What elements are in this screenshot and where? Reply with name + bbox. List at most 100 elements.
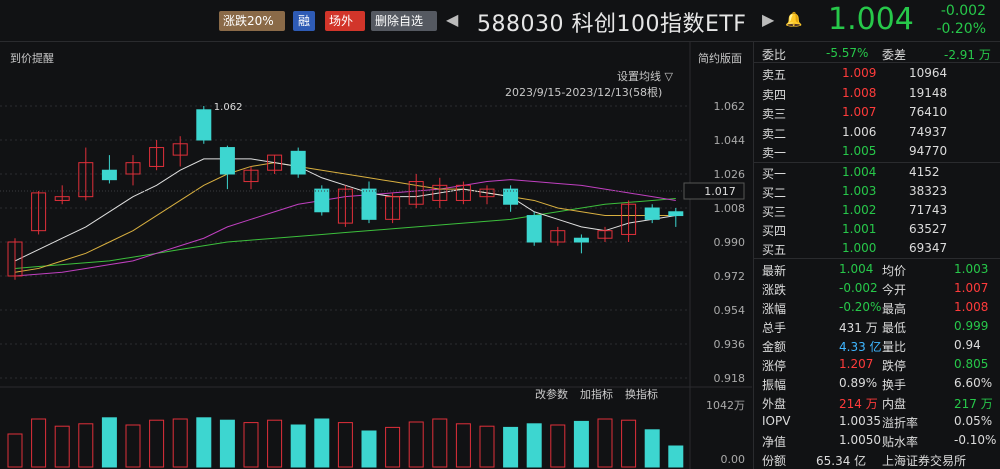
stat-value: 0.94 xyxy=(954,338,981,352)
price-tick-label: 1.026 xyxy=(714,168,746,181)
stat-label: 内盘 xyxy=(882,397,907,411)
add-indicator-button[interactable]: 加指标 xyxy=(580,387,613,401)
switch-indicator-button[interactable]: 换指标 xyxy=(625,387,658,401)
stat-label: 振幅 xyxy=(762,378,787,392)
stat-row: 金额 4.33 亿量比 0.94 xyxy=(754,336,1000,356)
current-price-label: 1.017 xyxy=(704,185,736,198)
stat-value: 0.05% xyxy=(954,414,993,428)
price-tick-label: 1.044 xyxy=(714,134,746,147)
prev-stock-icon[interactable]: ◀ xyxy=(446,10,458,29)
remove-watchlist-button[interactable]: 删除自选 xyxy=(371,11,437,31)
volume-bar xyxy=(267,419,283,468)
volume-bar xyxy=(526,423,542,468)
candle-body xyxy=(668,211,684,217)
volume-bar xyxy=(573,420,589,468)
stat-value: 214 万 xyxy=(839,397,878,411)
candle-body xyxy=(101,169,117,181)
volume-bar xyxy=(172,418,188,468)
stat-label: 涨停 xyxy=(762,359,787,373)
edit-params-button[interactable]: 改参数 xyxy=(535,387,568,401)
bell-icon[interactable]: 🔔 xyxy=(785,12,802,28)
sell-volume: 76410 xyxy=(909,105,948,119)
volume-bar xyxy=(550,424,566,468)
sell-level-label: 卖五 xyxy=(762,68,787,82)
stat-label: 净值 xyxy=(762,435,787,449)
stat-value: 6.60% xyxy=(954,376,993,390)
stat-row: 涨幅 -0.20% 最高 1.008 xyxy=(754,298,1000,318)
stat-row: 最新 1.004 均价 1.003 xyxy=(754,260,1000,280)
stat-label: 上海证券交易所 xyxy=(882,454,967,468)
current-price: 1.004 xyxy=(828,2,914,37)
candle-body xyxy=(314,188,330,213)
stat-value: 1.004 xyxy=(839,262,874,276)
volume-tick-label: 1042万 xyxy=(706,399,745,412)
weibi-row: 委比 -5.57% 委差 -2.91 万 xyxy=(754,44,1000,64)
stat-value: -0.10% xyxy=(954,433,997,447)
volume-bar xyxy=(78,423,94,468)
stat-value: 0.89% xyxy=(839,376,878,390)
price-tick-label: 0.972 xyxy=(714,270,746,283)
buy-level-label: 买四 xyxy=(762,224,787,238)
volume-bar xyxy=(196,417,212,468)
buy-volume: 71743 xyxy=(909,203,948,217)
weibi-value: -5.57% xyxy=(826,46,869,60)
volume-bar xyxy=(408,421,424,468)
sell-level-label: 卖三 xyxy=(762,107,787,121)
candle-body xyxy=(290,150,306,175)
volume-bar xyxy=(621,419,637,468)
stock-title: 588030 科创100指数ETF xyxy=(477,12,747,37)
buy-level-label: 买一 xyxy=(762,167,787,181)
volume-bar xyxy=(243,422,259,468)
price-tick-label: 0.918 xyxy=(714,372,746,385)
otc-tag[interactable]: 场外 xyxy=(325,11,365,31)
next-stock-icon[interactable]: ▶ xyxy=(762,10,774,29)
weicha-label: 委差 xyxy=(882,48,907,62)
volume-bar xyxy=(7,433,23,468)
buy-level-label: 买三 xyxy=(762,205,787,219)
volume-bar xyxy=(361,430,377,468)
price-tick-label: 1.008 xyxy=(714,202,746,215)
stat-value: -0.002 xyxy=(839,281,878,295)
stat-value: 431 万 xyxy=(839,321,878,335)
buy-row: 买四 1.001 63527 xyxy=(754,220,1000,240)
volume-bar xyxy=(597,418,613,468)
volume-bar xyxy=(101,417,117,468)
price-tick-label: 0.954 xyxy=(714,304,746,317)
buy-price: 1.000 xyxy=(842,241,877,255)
volume-bar xyxy=(125,424,141,468)
stat-label: 均价 xyxy=(882,264,907,278)
stat-value: 1.007 xyxy=(954,281,989,295)
stat-label: 换手 xyxy=(882,378,907,392)
price-tick-label: 1.062 xyxy=(714,100,746,113)
buy-level-label: 买五 xyxy=(762,243,787,257)
sell-price: 1.009 xyxy=(842,66,877,80)
volume-bar xyxy=(455,423,471,468)
candlestick-chart[interactable]: 1.062 1.044 1.026 1.008 0.990 0.972 0.954 0.936… xyxy=(0,42,752,469)
sell-price: 1.005 xyxy=(842,144,877,158)
margin-tag[interactable]: 融 xyxy=(293,11,315,31)
buy-row: 买三 1.002 71743 xyxy=(754,201,1000,221)
sell-level-label: 卖二 xyxy=(762,126,787,141)
sell-volume: 10964 xyxy=(909,66,948,80)
limit-20pct-tag[interactable]: 涨跌20% xyxy=(219,11,285,31)
top-toolbar: 涨跌20% 融 场外 删除自选 ◀ 588030 科创100指数ETF ▶ 🔔 … xyxy=(0,0,1000,42)
stat-value: 1.0050 xyxy=(839,433,881,447)
candle-body xyxy=(644,207,660,220)
volume-bar xyxy=(479,425,495,468)
price-tick-label: 0.990 xyxy=(714,236,746,249)
sell-volume: 19148 xyxy=(909,85,948,100)
candle-body xyxy=(526,215,542,243)
buy-volume: 38323 xyxy=(909,184,948,198)
stat-label: 最高 xyxy=(882,302,907,316)
volume-bar xyxy=(644,429,660,468)
volume-tick-label: 0.00 xyxy=(721,453,746,466)
stat-value: 1.207 xyxy=(839,357,874,371)
buy-volume: 69347 xyxy=(909,241,948,255)
volume-bar xyxy=(668,445,684,468)
price-change: -0.002 xyxy=(940,3,986,19)
volume-bar xyxy=(432,418,448,468)
sell-price: 1.007 xyxy=(842,105,877,119)
price-change-pct: -0.20% xyxy=(936,21,986,37)
sell-row: 卖一 1.005 94770 xyxy=(754,142,1000,162)
buy-row: 买五 1.000 69347 xyxy=(754,239,1000,259)
